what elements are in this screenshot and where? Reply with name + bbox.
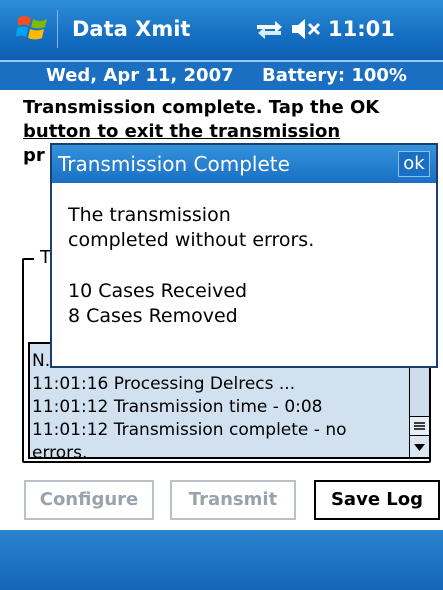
title-bar: Data Xmit 11:01 — [0, 0, 443, 60]
save-log-button[interactable]: Save Log — [314, 480, 440, 520]
grip-icon — [414, 422, 425, 430]
transmission-complete-dialog: Transmission Complete ok The transmissio… — [50, 143, 438, 368]
bottom-menu-bar — [0, 530, 443, 590]
log-line: 11:01:12 Transmission complete - no erro… — [32, 420, 347, 459]
scroll-thumb[interactable] — [410, 416, 429, 436]
date-text: Wed, Apr 11, 2007 — [46, 65, 234, 86]
instruction-line-2: button to exit the transmission — [23, 121, 341, 142]
log-line: 11:01:12 Transmission time - 0:08 — [32, 397, 323, 417]
dialog-message-line-2: completed without errors. — [68, 229, 315, 251]
scroll-down-button[interactable] — [410, 435, 429, 457]
triangle-down-icon — [414, 444, 425, 451]
title-separator — [57, 10, 58, 48]
ok-button[interactable]: ok — [398, 151, 430, 177]
cases-received-text: 10 Cases Received — [68, 280, 248, 302]
speaker-muted-icon[interactable] — [290, 16, 322, 42]
connectivity-arrows-icon[interactable] — [253, 16, 285, 42]
status-band: Wed, Apr 11, 2007 Battery: 100% — [0, 60, 443, 90]
transmit-button[interactable]: Transmit — [170, 480, 296, 520]
clock[interactable]: 11:01 — [328, 17, 395, 41]
dialog-spacer — [68, 253, 314, 279]
dialog-header: Transmission Complete ok — [52, 145, 436, 183]
log-line: 11:01:16 Processing Delrecs ... — [32, 374, 296, 394]
instruction-line-1: Transmission complete. Tap the OK — [23, 97, 380, 118]
dialog-title: Transmission Complete — [58, 152, 290, 176]
cases-removed-text: 8 Cases Removed — [68, 305, 238, 327]
configure-button[interactable]: Configure — [24, 480, 154, 520]
dialog-message-line-1: The transmission — [68, 204, 231, 226]
app-title: Data Xmit — [72, 17, 191, 41]
battery-text: Battery: 100% — [262, 65, 407, 86]
dialog-body: The transmission completed without error… — [68, 203, 314, 329]
windows-flag-icon[interactable] — [16, 10, 50, 44]
